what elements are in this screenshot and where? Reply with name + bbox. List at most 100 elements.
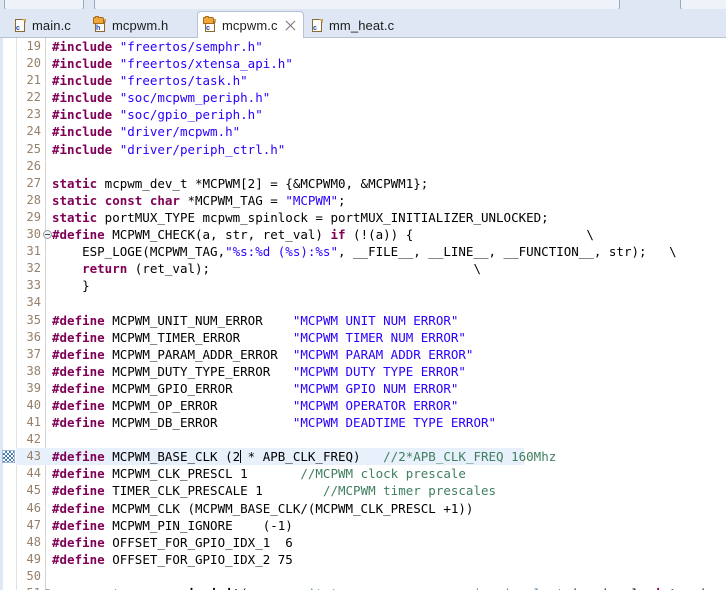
code-editor[interactable]: 19 #include "freertos/semphr.h" 20 #include… xyxy=(0,38,726,590)
line-number: 25 xyxy=(26,141,41,156)
code-text-area[interactable]: 19 #include "freertos/semphr.h" 20 #include… xyxy=(0,38,726,590)
toolbar-group-2[interactable] xyxy=(94,0,620,9)
code-line-text: esp_err_t mcpwm_gpio_init(mcpwm_unit_t m… xyxy=(52,585,726,590)
line-number: 43 xyxy=(26,449,41,464)
source-link-overlay-icon xyxy=(93,15,104,24)
code-line-text: #define MCPWM_TIMER_ERROR "MCPWM TIMER N… xyxy=(52,329,466,345)
code-line[interactable]: 38 #define MCPWM_DUTY_TYPE_ERROR "MCPWM D… xyxy=(0,363,726,380)
code-line-text: static portMUX_TYPE mcpwm_spinlock = por… xyxy=(52,209,549,225)
code-line[interactable]: 28 static const char *MCPWM_TAG = "MCPWM"… xyxy=(0,192,726,209)
text-caret xyxy=(240,450,242,464)
code-line-text: #define MCPWM_BASE_CLK (2 * APB_CLK_FREQ… xyxy=(52,449,557,465)
code-line-text: #define MCPWM_PIN_IGNORE (-1) xyxy=(52,517,293,533)
editor-tab-mm-heat-c[interactable]: c mm_heat.c xyxy=(305,12,415,38)
code-line[interactable]: 50 xyxy=(0,568,726,585)
code-line-text: #include "soc/gpio_periph.h" xyxy=(52,107,263,123)
line-number: 22 xyxy=(26,90,41,105)
code-line[interactable]: 35 #define MCPWM_UNIT_NUM_ERROR "MCPWM UN… xyxy=(0,312,726,329)
line-number: 38 xyxy=(26,363,41,378)
code-line-text: #include "freertos/xtensa_api.h" xyxy=(52,56,293,72)
editor-tab-mcpwm-h[interactable]: h mcpwm.h xyxy=(88,12,195,38)
code-line[interactable]: 36 #define MCPWM_TIMER_ERROR "MCPWM TIMER… xyxy=(0,329,726,346)
toolbar-group-1[interactable] xyxy=(4,0,84,9)
code-line[interactable]: 21 #include "freertos/task.h" xyxy=(0,72,726,89)
line-number: 37 xyxy=(26,346,41,361)
code-line-text: #define OFFSET_FOR_GPIO_IDX_2 75 xyxy=(52,551,293,567)
line-number: 47 xyxy=(26,517,41,532)
code-line[interactable]: 27 static mcpwm_dev_t *MCPWM[2] = {&MCPWM… xyxy=(0,175,726,192)
code-line[interactable]: 23 #include "soc/gpio_periph.h" xyxy=(0,106,726,123)
line-number: 42 xyxy=(26,432,41,447)
code-line[interactable]: 31 ESP_LOGE(MCPWM_TAG,"%s:%d (%s):%s", _… xyxy=(0,243,726,260)
code-line-text: #include "driver/periph_ctrl.h" xyxy=(52,141,286,157)
c-file-icon: c xyxy=(311,18,324,33)
line-number: 50 xyxy=(26,568,41,583)
source-link-overlay-icon xyxy=(203,15,214,24)
occurrence-marker-icon[interactable] xyxy=(2,450,15,464)
toolbar-group-3[interactable] xyxy=(680,0,726,9)
code-line[interactable]: 43 #define MCPWM_BASE_CLK (2 * APB_CLK_FR… xyxy=(0,448,726,466)
code-line-text: #define MCPWM_GPIO_ERROR "MCPWM GPIO NUM… xyxy=(52,380,459,396)
toolbar-strip xyxy=(0,0,726,9)
code-line[interactable]: 30 #define MCPWM_CHECK(a, str, ret_val) i… xyxy=(0,226,726,243)
code-line[interactable]: 41 #define MCPWM_DB_ERROR "MCPWM DEADTIME… xyxy=(0,414,726,431)
line-number: 49 xyxy=(26,551,41,566)
code-line[interactable]: 49 #define OFFSET_FOR_GPIO_IDX_2 75 xyxy=(0,551,726,568)
code-line[interactable]: 33 } xyxy=(0,277,726,294)
code-line-text: #include "freertos/semphr.h" xyxy=(52,39,263,54)
code-line[interactable]: 46 #define MCPWM_CLK (MCPWM_BASE_CLK/(MCP… xyxy=(0,500,726,517)
line-number: 32 xyxy=(26,261,41,276)
h-file-linked-icon: h xyxy=(93,15,107,33)
code-line[interactable]: 25 #include "driver/periph_ctrl.h" xyxy=(0,141,726,158)
editor-tab-label: mcpwm.c xyxy=(222,17,278,33)
code-line-text: #define MCPWM_CHECK(a, str, ret_val) if … xyxy=(52,227,594,243)
line-number: 33 xyxy=(26,278,41,293)
code-line[interactable]: 48 #define OFFSET_FOR_GPIO_IDX_1 6 xyxy=(0,534,726,551)
editor-tab-main-c[interactable]: c main.c xyxy=(8,12,86,38)
code-line[interactable]: 45 #define TIMER_CLK_PRESCALE 1 //MCPWM t… xyxy=(0,482,726,499)
code-line[interactable]: 34 xyxy=(0,294,726,311)
editor-tab-mcpwm-c[interactable]: c mcpwm.c xyxy=(197,11,304,38)
code-line-text: #include "freertos/task.h" xyxy=(52,73,248,89)
code-line-text: ESP_LOGE(MCPWM_TAG,"%s:%d (%s):%s", __FI… xyxy=(52,244,677,260)
code-line[interactable]: 51 esp_err_t mcpwm_gpio_init(mcpwm_unit_t… xyxy=(0,585,726,590)
line-number: 46 xyxy=(26,500,41,515)
code-line[interactable]: 22 #include "soc/mcpwm_periph.h" xyxy=(0,89,726,106)
code-line[interactable]: 32 return (ret_val); \ xyxy=(0,260,726,277)
line-number: 19 xyxy=(26,39,41,53)
code-line[interactable]: 19 #include "freertos/semphr.h" xyxy=(0,38,726,55)
line-number: 23 xyxy=(26,107,41,122)
code-line[interactable]: 39 #define MCPWM_GPIO_ERROR "MCPWM GPIO N… xyxy=(0,380,726,397)
line-number: 31 xyxy=(26,244,41,259)
line-number: 34 xyxy=(26,295,41,310)
line-number: 40 xyxy=(26,397,41,412)
editor-tab-bar: c main.c h mcpwm.h c mcpwm.c c mm_heat.c xyxy=(0,9,726,38)
code-line[interactable]: 44 #define MCPWM_CLK_PRESCL 1 //MCPWM clo… xyxy=(0,465,726,482)
code-line[interactable]: 20 #include "freertos/xtensa_api.h" xyxy=(0,55,726,72)
line-number: 28 xyxy=(26,192,41,207)
code-line[interactable]: 26 xyxy=(0,158,726,175)
code-line[interactable]: 47 #define MCPWM_PIN_IGNORE (-1) xyxy=(0,517,726,534)
line-number: 48 xyxy=(26,534,41,549)
line-number: 51 xyxy=(16,585,41,590)
code-line[interactable]: 37 #define MCPWM_PARAM_ADDR_ERROR "MCPWM … xyxy=(0,346,726,363)
line-number: 26 xyxy=(26,158,41,173)
line-number: 20 xyxy=(26,56,41,71)
code-line-text: #define MCPWM_OP_ERROR "MCPWM OPERATOR E… xyxy=(52,397,459,413)
line-number: 24 xyxy=(26,124,41,139)
line-number: 35 xyxy=(26,312,41,327)
line-number: 45 xyxy=(26,483,41,498)
c-file-linked-icon: c xyxy=(203,15,217,33)
code-line-text: return (ret_val); \ xyxy=(82,261,481,277)
code-line[interactable]: 40 #define MCPWM_OP_ERROR "MCPWM OPERATOR… xyxy=(0,397,726,414)
code-line[interactable]: 24 #include "driver/mcpwm.h" xyxy=(0,123,726,140)
code-line-text: #define MCPWM_PARAM_ADDR_ERROR "MCPWM PA… xyxy=(52,346,474,362)
close-icon[interactable] xyxy=(285,20,296,31)
code-line[interactable]: 42 xyxy=(0,431,726,448)
editor-tab-label: mcpwm.h xyxy=(112,17,169,33)
code-line-text: #include "driver/mcpwm.h" xyxy=(52,124,241,140)
code-line-text: #define MCPWM_DUTY_TYPE_ERROR "MCPWM DUT… xyxy=(52,363,466,379)
fold-collapse-icon[interactable] xyxy=(43,230,52,240)
code-line-text: #include "soc/mcpwm_periph.h" xyxy=(52,90,271,106)
code-line[interactable]: 29 static portMUX_TYPE mcpwm_spinlock = p… xyxy=(0,209,726,226)
